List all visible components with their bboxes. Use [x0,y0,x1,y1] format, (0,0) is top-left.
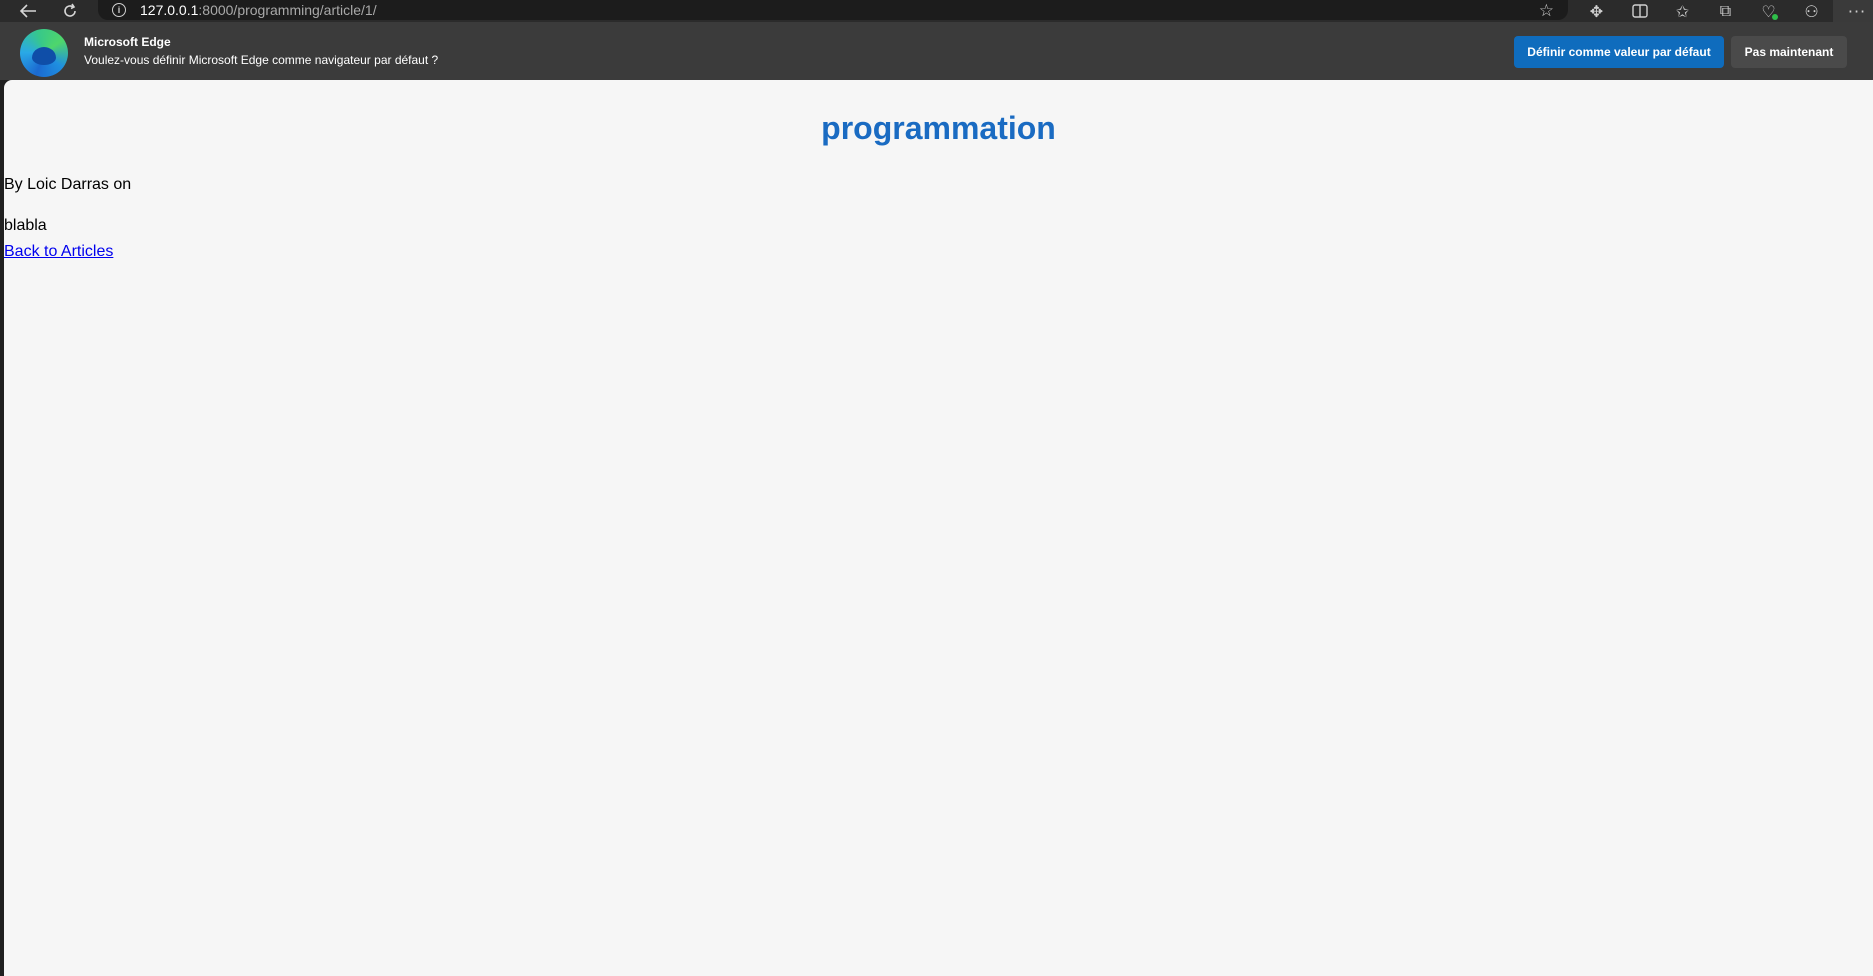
page-content: programmation By Loic Darras on blabla B… [4,80,1873,976]
address-bar[interactable]: i 127.0.0.1:8000/programming/article/1/ … [98,0,1568,21]
url-path: :8000/programming/article/1/ [198,2,377,18]
status-dot [1772,14,1778,20]
split-screen-icon[interactable] [1618,0,1661,22]
edge-logo-icon [20,29,68,77]
info-icon[interactable]: i [112,3,126,17]
copilot-icon[interactable]: ⚇ [1790,0,1833,22]
url-host: 127.0.0.1 [140,2,199,18]
article-body: blabla [4,217,47,234]
browser-essentials-icon[interactable]: ♡ [1747,0,1790,22]
browser-window: i 127.0.0.1:8000/programming/article/1/ … [0,0,1873,976]
toolbar-icons: ✥ ✩ ⧉ ♡ ⚇ ··· [1575,0,1873,22]
back-arrow-icon[interactable] [8,0,48,22]
extensions-icon[interactable]: ✥ [1575,0,1618,22]
article-byline: By Loic Darras on [4,176,132,193]
default-browser-infobar: Microsoft Edge Voulez-vous définir Micro… [0,22,1873,80]
more-icon[interactable]: ··· [1833,0,1873,22]
back-to-articles-link[interactable]: Back to Articles [4,243,113,261]
infobar-title: Microsoft Edge [84,35,171,49]
not-now-button[interactable]: Pas maintenant [1731,36,1847,68]
browser-toolbar: i 127.0.0.1:8000/programming/article/1/ … [0,0,1873,22]
star-icon[interactable]: ☆ [1539,1,1554,21]
favorites-icon[interactable]: ✩ [1661,0,1704,22]
collections-icon[interactable]: ⧉ [1704,0,1747,22]
infobar-message: Voulez-vous définir Microsoft Edge comme… [84,53,439,67]
article-title: programmation [821,110,1056,146]
set-default-button[interactable]: Définir comme valeur par défaut [1514,36,1724,68]
refresh-icon[interactable] [50,0,90,22]
